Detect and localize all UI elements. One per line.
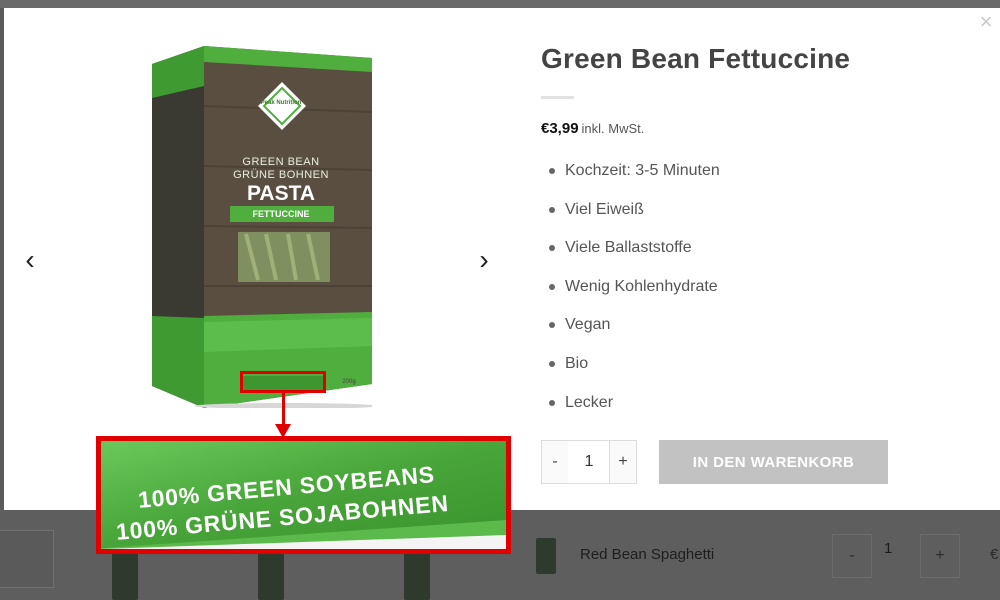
background-qty-value: 1	[884, 540, 893, 557]
background-product-image	[112, 548, 138, 600]
background-thumbnail	[0, 530, 54, 588]
title-divider	[541, 96, 574, 99]
box-title: PASTA	[246, 182, 316, 205]
zoom-callout: 100% GREEN SOYBEANS 100% GRÜNE SOJABOHNE…	[96, 436, 511, 554]
price-row: €3,99 inkl. MwSt.	[541, 120, 644, 137]
quantity-input[interactable]	[568, 441, 610, 483]
quick-view-modal: × ‹ › Peak Nutrition GREEN BEAN GRÜNE BO…	[4, 8, 1000, 554]
product-image: Peak Nutrition GREEN BEAN GRÜNE BOHNEN P…	[146, 46, 372, 408]
box-label-line1: GREEN BEAN	[242, 156, 320, 168]
feature-item: Wenig Kohlenhydrate	[549, 276, 720, 315]
price-tax-note: inkl. MwSt.	[581, 121, 645, 136]
feature-item: Kochzeit: 3-5 Minuten	[549, 160, 720, 199]
background-price: €	[990, 546, 999, 563]
box-subtitle: FETTUCCINE	[252, 209, 310, 219]
background-product-image	[258, 548, 284, 600]
quantity-decrease-button[interactable]: -	[542, 441, 569, 483]
next-image-button[interactable]: ›	[472, 244, 496, 275]
chevron-left-icon: ‹	[25, 244, 35, 275]
product-summary: Green Bean Fettuccine €3,99 inkl. MwSt. K…	[541, 8, 981, 510]
product-price: €3,99	[541, 120, 579, 137]
background-product-name: Red Bean Spaghetti	[580, 546, 715, 563]
feature-item: Lecker	[549, 392, 720, 431]
quantity-stepper: - +	[541, 440, 637, 484]
background-product-image	[404, 548, 430, 600]
product-title: Green Bean Fettuccine	[541, 43, 851, 74]
box-label-line2: GRÜNE BOHNEN	[233, 169, 329, 181]
annotation-arrow-line	[282, 392, 285, 426]
background-product-thumb	[536, 538, 556, 574]
feature-item: Vegan	[549, 314, 720, 353]
chevron-right-icon: ›	[479, 244, 489, 275]
background-top-bar	[0, 0, 1000, 8]
product-gallery: ‹ › Peak Nutrition GREEN BEAN GRÜNE BOHN…	[4, 8, 511, 554]
add-to-cart-button[interactable]: IN DEN WARENKORB	[659, 440, 888, 484]
background-qty-minus: -	[832, 534, 872, 578]
box-weight-label: 200g	[342, 379, 356, 385]
quantity-increase-button[interactable]: +	[609, 441, 636, 483]
highlight-box	[240, 371, 326, 393]
box-brand-label: Peak Nutrition	[260, 100, 302, 106]
feature-item: Viel Eiweiß	[549, 199, 720, 238]
feature-item: Viele Ballaststoffe	[549, 237, 720, 276]
background-qty-plus: +	[920, 534, 960, 578]
feature-list: Kochzeit: 3-5 Minuten Viel Eiweiß Viele …	[549, 160, 720, 430]
previous-image-button[interactable]: ‹	[18, 244, 42, 275]
feature-item: Bio	[549, 353, 720, 392]
